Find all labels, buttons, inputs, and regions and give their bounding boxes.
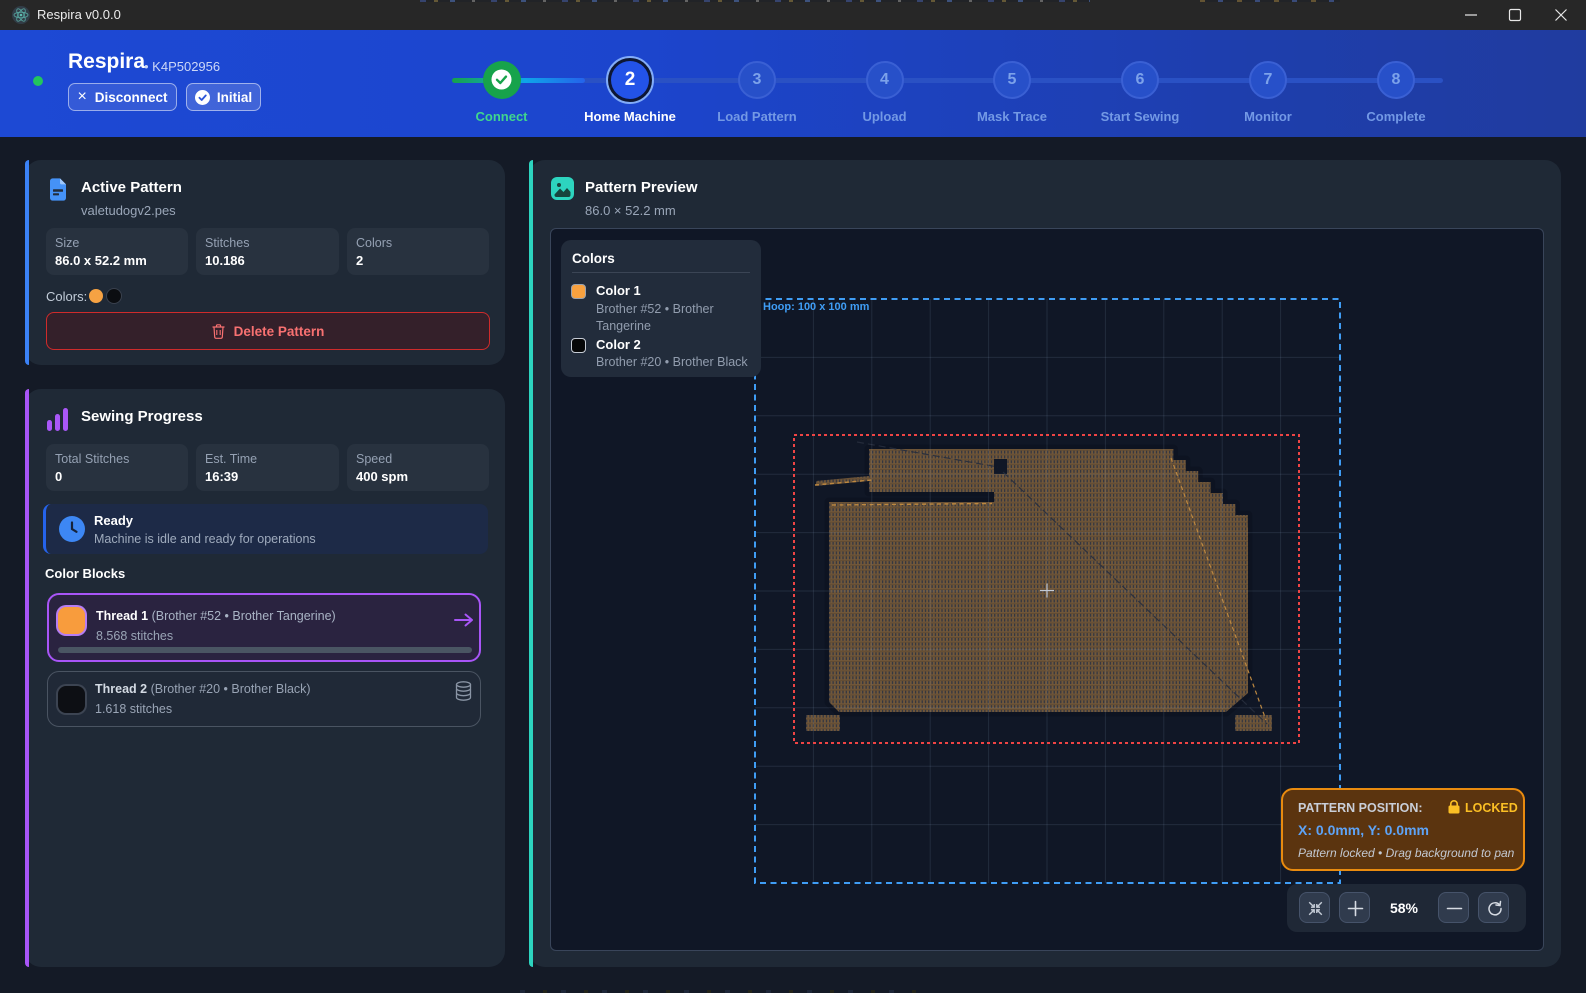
svg-text:Hoop: 100 x 100 mm: Hoop: 100 x 100 mm: [763, 301, 870, 313]
